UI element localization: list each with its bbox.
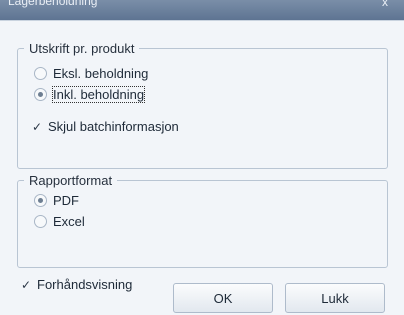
hide-batch-label: Skjul batchinformasjon xyxy=(48,119,179,134)
radio-excl-stock-label: Eksl. beholdning xyxy=(53,66,149,81)
check-icon[interactable]: ✓ xyxy=(31,121,43,133)
close-icon[interactable]: x xyxy=(382,0,388,9)
close-button[interactable]: Lukk xyxy=(285,283,385,313)
radio-excl-stock-indicator[interactable] xyxy=(34,67,47,80)
radio-pdf-indicator[interactable] xyxy=(34,194,47,207)
radio-excel-label: Excel xyxy=(53,214,85,229)
preview-label: Forhåndsvisning xyxy=(37,277,133,292)
hide-batch-checkbox[interactable]: ✓ Skjul batchinformasjon xyxy=(31,119,179,134)
radio-excel-indicator[interactable] xyxy=(34,215,47,228)
window-title: Lagerbeholdning xyxy=(8,0,98,8)
radio-pdf[interactable]: PDF xyxy=(34,193,79,208)
radio-excl-stock[interactable]: Eksl. beholdning xyxy=(34,66,148,81)
radio-pdf-label: PDF xyxy=(53,193,79,208)
check-icon[interactable]: ✓ xyxy=(20,279,32,291)
product-print-group: Utskrift pr. produkt xyxy=(17,41,388,169)
product-print-legend: Utskrift pr. produkt xyxy=(29,41,135,56)
radio-incl-stock[interactable]: Inkl. beholdning xyxy=(34,86,146,103)
title-bar: Lagerbeholdning x xyxy=(0,0,404,20)
ok-button[interactable]: OK xyxy=(173,283,273,313)
report-format-legend: Rapportformat xyxy=(29,173,113,188)
dialog-body: Utskrift pr. produkt Eksl. beholdning In… xyxy=(0,20,404,315)
radio-incl-stock-indicator[interactable] xyxy=(34,88,47,101)
radio-incl-stock-label: Inkl. beholdning xyxy=(51,86,146,103)
preview-checkbox[interactable]: ✓ Forhåndsvisning xyxy=(20,277,132,292)
radio-excel[interactable]: Excel xyxy=(34,214,85,229)
